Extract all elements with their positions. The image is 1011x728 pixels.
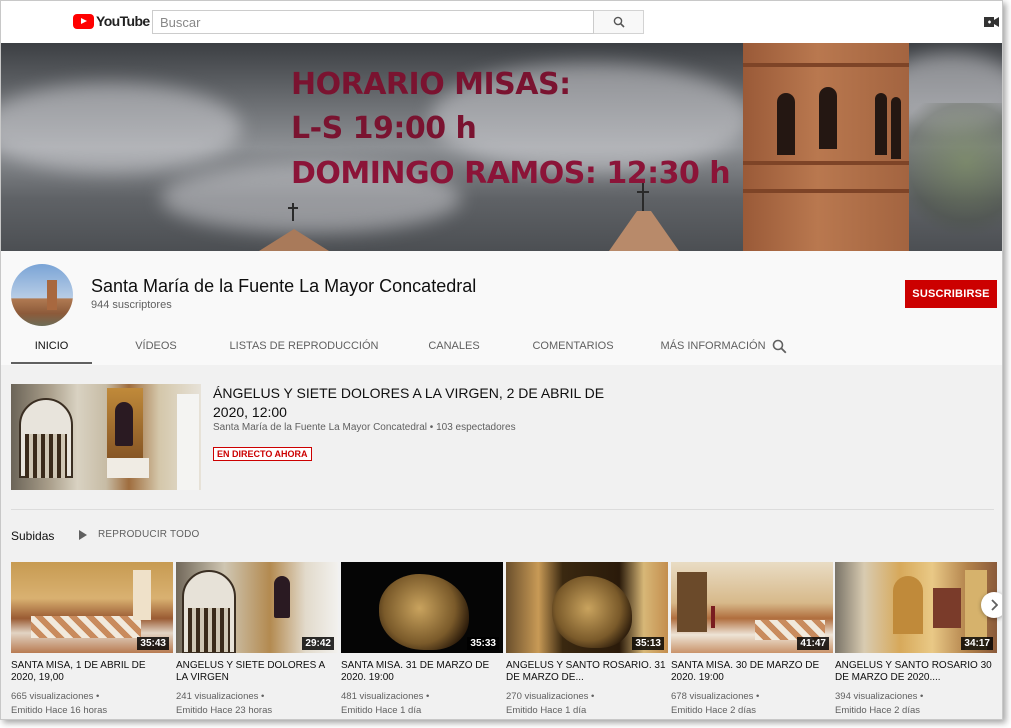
youtube-play-icon <box>73 13 94 29</box>
video-duration: 41:47 <box>797 637 829 650</box>
tab-comments[interactable]: COMENTARIOS <box>520 330 626 364</box>
channel-search-icon[interactable] <box>772 339 787 354</box>
live-badge: EN DIRECTO AHORA <box>213 447 312 461</box>
video-title[interactable]: ANGELUS Y SIETE DOLORES A LA VIRGEN <box>176 660 338 684</box>
video-views: 678 visualizaciones • <box>671 691 760 702</box>
youtube-logo[interactable]: YouTube ES <box>73 12 161 29</box>
search-icon <box>613 16 625 28</box>
video-duration: 35:33 <box>467 637 499 650</box>
tab-channels[interactable]: CANALES <box>394 330 514 364</box>
masthead: YouTube ES Buscar <box>1 1 1002 43</box>
cross-icon <box>292 203 294 221</box>
video-card[interactable]: 29:42 ANGELUS Y SIETE DOLORES A LA VIRGE… <box>176 562 338 718</box>
section-divider <box>11 509 994 510</box>
video-title[interactable]: ANGELUS Y SANTO ROSARIO. 31 DE MARZO DE.… <box>506 660 668 684</box>
tree-image <box>909 103 1002 251</box>
play-all-label: REPRODUCIR TODO <box>98 529 200 540</box>
video-age: Emitido Hace 2 días <box>671 705 757 716</box>
video-title[interactable]: SANTA MISA, 1 DE ABRIL DE 2020, 19,00 <box>11 660 173 684</box>
uploads-shelf-title[interactable]: Subidas <box>11 529 54 543</box>
video-views: 241 visualizaciones • <box>176 691 265 702</box>
subscriber-count: 944 suscriptores <box>91 299 172 311</box>
video-card[interactable]: 35:13 ANGELUS Y SANTO ROSARIO. 31 DE MAR… <box>506 562 668 718</box>
video-title[interactable]: SANTA MISA. 31 DE MARZO DE 2020. 19:00 <box>341 660 503 684</box>
channel-avatar[interactable] <box>11 264 73 326</box>
featured-video-title[interactable]: ÁNGELUS Y SIETE DOLORES A LA VIRGEN, 2 D… <box>213 384 623 422</box>
video-thumbnail[interactable]: 41:47 <box>671 562 833 653</box>
channel-tabs: INICIO VÍDEOS LISTAS DE REPRODUCCIÓN CAN… <box>11 330 788 364</box>
video-duration: 35:43 <box>137 637 169 650</box>
channel-header: Santa María de la Fuente La Mayor Concat… <box>1 251 1002 365</box>
chevron-right-icon <box>991 599 998 611</box>
tab-inicio[interactable]: INICIO <box>11 330 92 364</box>
video-card[interactable]: 41:47 SANTA MISA. 30 DE MARZO DE 2020. 1… <box>671 562 833 718</box>
featured-video-thumbnail[interactable] <box>11 384 201 490</box>
video-title[interactable]: SANTA MISA. 30 DE MARZO DE 2020. 19:00 <box>671 660 833 684</box>
video-thumbnail[interactable]: 35:13 <box>506 562 668 653</box>
video-camera-icon[interactable] <box>984 17 999 27</box>
play-all-button[interactable]: REPRODUCIR TODO <box>79 529 200 540</box>
banner-line-2: L-S 19:00 h <box>291 111 477 146</box>
banner-line-1: HORARIO MISAS: <box>291 67 571 102</box>
video-thumbnail[interactable]: 35:43 <box>11 562 173 653</box>
logo-text: YouTube <box>96 13 150 29</box>
featured-video-meta: Santa María de la Fuente La Mayor Concat… <box>213 422 516 433</box>
video-age: Emitido Hace 16 horas <box>11 705 108 716</box>
video-views: 270 visualizaciones • <box>506 691 595 702</box>
channel-name: Santa María de la Fuente La Mayor Concat… <box>91 276 477 296</box>
video-thumbnail[interactable]: 35:33 <box>341 562 503 653</box>
bell-tower-image <box>743 43 909 251</box>
video-duration: 29:42 <box>302 637 334 650</box>
tab-playlists[interactable]: LISTAS DE REPRODUCCIÓN <box>214 330 394 364</box>
video-card[interactable]: 35:33 SANTA MISA. 31 DE MARZO DE 2020. 1… <box>341 562 503 718</box>
channel-banner: HORARIO MISAS: L-S 19:00 h DOMINGO RAMOS… <box>1 43 1002 251</box>
video-age: Emitido Hace 23 horas <box>176 705 273 716</box>
subscribe-button[interactable]: SUSCRIBIRSE <box>905 280 997 308</box>
video-views: 394 visualizaciones • <box>835 691 924 702</box>
tab-about[interactable]: MÁS INFORMACIÓN <box>638 330 788 364</box>
browser-frame: YouTube ES Buscar <box>0 0 1003 720</box>
video-duration: 34:17 <box>961 637 993 650</box>
shelf-next-button[interactable] <box>981 592 1002 618</box>
video-duration: 35:13 <box>632 637 664 650</box>
video-age: Emitido Hace 1 día <box>506 705 587 716</box>
channel-home: ÁNGELUS Y SIETE DOLORES A LA VIRGEN, 2 D… <box>1 365 1002 719</box>
search-input[interactable]: Buscar <box>152 10 594 34</box>
video-views: 665 visualizaciones • <box>11 691 100 702</box>
tab-videos[interactable]: VÍDEOS <box>98 330 214 364</box>
video-card[interactable]: 35:43 SANTA MISA, 1 DE ABRIL DE 2020, 19… <box>11 562 173 718</box>
uploads-grid: 35:43 SANTA MISA, 1 DE ABRIL DE 2020, 19… <box>11 562 997 719</box>
banner-line-3: DOMINGO RAMOS: 12:30 h <box>291 156 731 191</box>
video-card[interactable]: 34:17 ANGELUS Y SANTO ROSARIO 30 DE MARZ… <box>835 562 997 718</box>
video-thumbnail[interactable]: 34:17 <box>835 562 997 653</box>
video-title[interactable]: ANGELUS Y SANTO ROSARIO 30 DE MARZO DE 2… <box>835 660 997 684</box>
search-button[interactable] <box>594 10 644 34</box>
play-icon <box>79 529 87 540</box>
video-age: Emitido Hace 2 días <box>835 705 921 716</box>
video-thumbnail[interactable]: 29:42 <box>176 562 338 653</box>
video-views: 481 visualizaciones • <box>341 691 430 702</box>
video-age: Emitido Hace 1 día <box>341 705 422 716</box>
